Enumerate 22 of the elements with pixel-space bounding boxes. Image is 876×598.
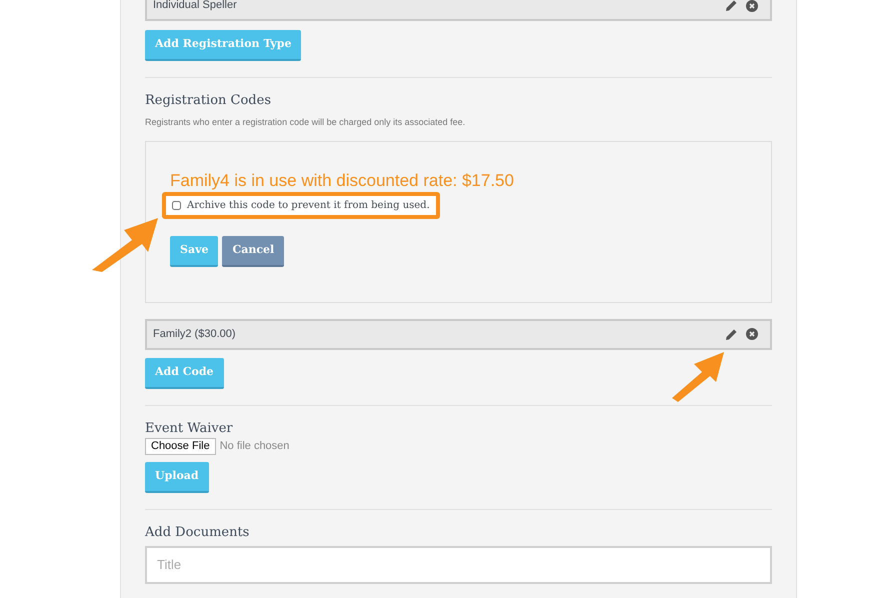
button[interactable]: Cancel	[222, 236, 284, 266]
file-status: No file chosen	[220, 438, 290, 454]
choose-file-button[interactable]: Choose File	[145, 438, 216, 454]
close-icon[interactable]	[746, 328, 758, 340]
status-message: Family4 is in use with discounted rate: $17.50	[170, 170, 515, 192]
button[interactable]: Add Code	[145, 358, 224, 388]
section-heading: Registration Codes	[145, 92, 272, 110]
button[interactable]: Upload	[145, 462, 209, 492]
pencil-icon[interactable]	[725, 0, 738, 12]
arrow-annotation	[670, 350, 726, 402]
button[interactable]: Save	[170, 236, 218, 266]
title-field[interactable]: Title	[145, 546, 772, 584]
row-label: Family2 ($30.00)	[153, 326, 237, 342]
section-heading: Add Documents	[145, 524, 250, 542]
button[interactable]: Add Registration Type	[145, 30, 302, 61]
close-icon[interactable]	[746, 0, 758, 12]
row-label: Individual Speller	[153, 0, 238, 14]
archive-checkbox[interactable]	[172, 200, 181, 210]
section-description: Registrants who enter a registration code will be charged only its associated fee.	[145, 116, 466, 129]
pencil-icon[interactable]	[725, 328, 738, 340]
archive-checkbox-row[interactable]: Archive this code to prevent it from being used.	[162, 192, 440, 218]
section-heading: Event Waiver	[145, 420, 234, 436]
